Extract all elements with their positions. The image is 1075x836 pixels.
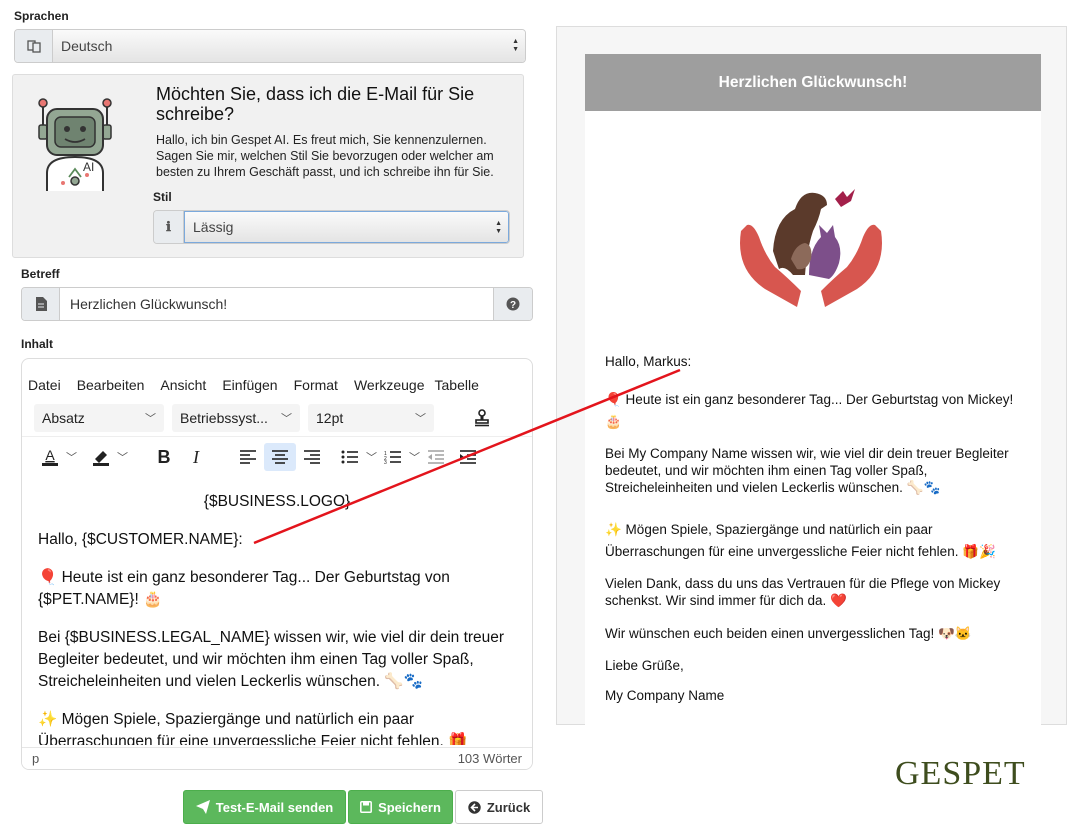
- align-left-icon[interactable]: [232, 443, 264, 471]
- save-button[interactable]: Speichern: [348, 790, 453, 824]
- text-color-icon[interactable]: A: [34, 443, 66, 471]
- element-path[interactable]: p: [32, 751, 39, 766]
- preview-header: Herzlichen Glückwunsch!: [585, 54, 1041, 111]
- select-caret-icon: ▲ ▼: [512, 38, 519, 53]
- preview-greeting: Hallo, Markus:: [605, 354, 692, 369]
- editor-statusbar: p 103 Wörter: [22, 747, 532, 769]
- paper-plane-icon: [195, 800, 210, 814]
- style-selected: Lässig: [193, 219, 234, 235]
- send-test-email-button[interactable]: Test-E-Mail senden: [183, 790, 346, 824]
- gespet-logo: GESPET: [895, 755, 1026, 792]
- preview-signature: My Company Name: [605, 688, 725, 703]
- preview-closing: Liebe Grüße,: [605, 658, 684, 673]
- menu-werkzeuge[interactable]: Werkzeuge: [354, 377, 425, 393]
- menu-tabelle[interactable]: Tabelle: [435, 377, 479, 393]
- block-format-dropdown[interactable]: Absatz ﹀: [34, 403, 164, 432]
- editor-menubar: Datei Bearbeiten Ansicht Einfügen Format…: [22, 359, 532, 393]
- ai-title: Möchten Sie, dass ich die E-Mail für Sie…: [156, 84, 475, 124]
- document-icon: [22, 288, 60, 320]
- editor-content[interactable]: {$BUSINESS.LOGO} Hallo, {$CUSTOMER.NAME}…: [22, 481, 532, 745]
- ai-assistant-panel: AI Möchten Sie, dass ich die E-Mail für …: [12, 74, 524, 258]
- content-paragraph-2: Bei {$BUSINESS.LEGAL_NAME} wissen wir, w…: [38, 629, 505, 690]
- chevron-down-icon[interactable]: ﹀: [117, 449, 128, 465]
- preview-paragraph-1: 🎈 Heute ist ein ganz besonderer Tag... D…: [605, 392, 1014, 429]
- chevron-down-icon: ﹀: [145, 412, 156, 425]
- align-right-icon[interactable]: [296, 443, 328, 471]
- chevron-down-icon: ﹀: [415, 412, 426, 425]
- menu-datei[interactable]: Datei: [28, 377, 61, 393]
- numbered-list-icon[interactable]: 123: [377, 443, 409, 471]
- highlight-color-icon[interactable]: [85, 443, 117, 471]
- font-family-dropdown[interactable]: Betriebssyst... ﹀: [172, 403, 300, 432]
- subject-input[interactable]: Herzlichen Glückwunsch!: [60, 288, 494, 320]
- language-label: Sprachen: [14, 9, 69, 23]
- content-greeting: Hallo, {$CUSTOMER.NAME}:: [38, 531, 243, 548]
- font-size-dropdown[interactable]: 12pt ﹀: [308, 403, 434, 432]
- menu-format[interactable]: Format: [294, 377, 338, 393]
- style-label: Stil: [153, 190, 172, 204]
- outdent-icon[interactable]: [420, 443, 452, 471]
- chevron-down-icon[interactable]: ﹀: [366, 449, 377, 465]
- menu-ansicht[interactable]: Ansicht: [160, 377, 206, 393]
- chevron-down-icon[interactable]: ﹀: [409, 449, 420, 465]
- rich-text-editor: Datei Bearbeiten Ansicht Einfügen Format…: [21, 358, 533, 770]
- back-button[interactable]: Zurück: [455, 790, 543, 824]
- indent-icon[interactable]: [452, 443, 484, 471]
- info-icon: ℹ: [154, 211, 184, 243]
- subject-label: Betreff: [21, 267, 60, 281]
- preview-paragraph-4: Vielen Dank, dass du uns das Vertrauen f…: [605, 576, 1001, 608]
- menu-einfuegen[interactable]: Einfügen: [222, 377, 277, 393]
- language-select[interactable]: Deutsch ▲ ▼: [14, 29, 526, 63]
- italic-icon[interactable]: I: [180, 443, 212, 471]
- robot-icon: AI: [38, 98, 112, 191]
- ai-description: Hallo, ich bin Gespet AI. Es freut mich,…: [156, 133, 494, 179]
- email-preview-panel: Herzlichen Glückwunsch! Hallo, Markus: 🎈…: [556, 26, 1067, 726]
- preview-paragraph-3: ✨ Mögen Spiele, Spaziergänge und natürli…: [605, 522, 996, 559]
- preview-paragraph-2: Bei My Company Name wissen wir, wie viel…: [605, 446, 1009, 495]
- align-center-icon[interactable]: [264, 443, 296, 471]
- pet-care-logo: [740, 189, 882, 307]
- content-logo-placeholder: {$BUSINESS.LOGO}: [203, 493, 351, 510]
- svg-text:?: ?: [510, 300, 516, 311]
- menu-bearbeiten[interactable]: Bearbeiten: [77, 377, 145, 393]
- chevron-down-icon[interactable]: ﹀: [66, 449, 77, 465]
- editor-toolbar-row-1: Absatz ﹀ Betriebssyst... ﹀ 12pt ﹀: [22, 399, 532, 437]
- svg-text:3: 3: [384, 460, 387, 464]
- translate-icon: [15, 30, 53, 62]
- content-paragraph-1: 🎈 Heute ist ein ganz besonderer Tag... D…: [38, 569, 450, 608]
- preview-paragraph-5: Wir wünschen euch beiden einen unvergess…: [605, 626, 972, 641]
- word-count[interactable]: 103 Wörter: [458, 751, 522, 766]
- subject-field[interactable]: Herzlichen Glückwunsch! ?: [21, 287, 533, 321]
- chevron-down-icon: ﹀: [281, 412, 292, 425]
- editor-toolbar-row-2: A ﹀ ﹀ B I ﹀ 123 ﹀: [22, 437, 532, 477]
- bullet-list-icon[interactable]: [334, 443, 366, 471]
- style-select[interactable]: ℹ Lässig ▲ ▼: [153, 210, 510, 244]
- save-icon: [360, 801, 373, 813]
- select-caret-icon: ▲ ▼: [495, 220, 502, 235]
- content-paragraph-3: ✨ Mögen Spiele, Spaziergänge und natürli…: [38, 711, 468, 745]
- stamp-icon[interactable]: [466, 404, 498, 432]
- svg-text:A: A: [45, 447, 55, 463]
- bold-icon[interactable]: B: [148, 443, 180, 471]
- help-icon[interactable]: ?: [494, 288, 532, 320]
- content-label: Inhalt: [21, 337, 53, 351]
- arrow-left-circle-icon: [468, 800, 481, 814]
- svg-text:AI: AI: [83, 160, 94, 174]
- language-selected: Deutsch: [61, 38, 113, 54]
- preview-body: Hallo, Markus: 🎈 Heute ist ein ganz beso…: [585, 111, 1041, 726]
